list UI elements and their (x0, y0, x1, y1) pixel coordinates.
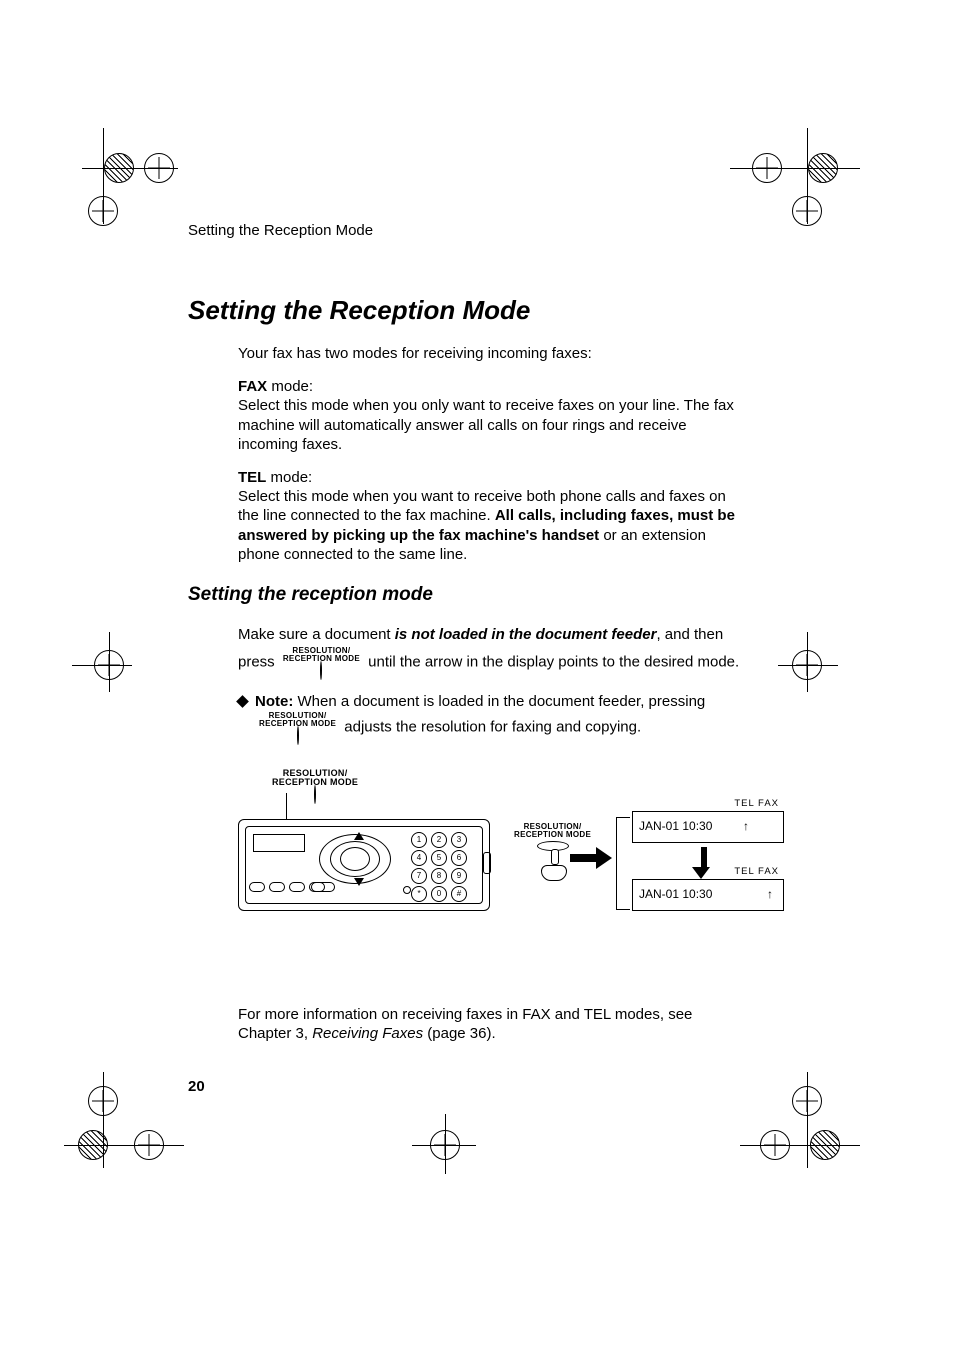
resolution-reception-mode-key-icon: RESOLUTION/ RECEPTION MODE (259, 712, 336, 743)
tel-mode-label: TEL (238, 469, 266, 486)
page-number: 20 (188, 1078, 205, 1095)
key-label-callout: RESOLUTION/ RECEPTION MODE (268, 769, 362, 803)
fax-mode-suffix: mode: (267, 378, 313, 395)
caret-fax-icon: ↑ (767, 887, 773, 901)
tel-mode-heading: TEL mode: Select this mode when you want… (238, 468, 748, 564)
footer-post: (page 36). (423, 1025, 496, 1042)
small-button-icon (311, 882, 335, 892)
step-em: is not loaded in the document feeder (395, 626, 657, 643)
page-title: Setting the Reception Mode (188, 295, 768, 326)
subsection-title: Setting the reception mode (188, 584, 768, 606)
arrow-right-icon (570, 849, 612, 867)
step-press-word: press (238, 654, 275, 671)
arrow-down-icon (698, 847, 710, 879)
tel-fax-label: TEL FAX (734, 798, 779, 809)
bracket-line (616, 909, 630, 910)
keypad-illustration: 123 456 789 *0# (411, 832, 467, 904)
note-pre: When a document is loaded in the documen… (293, 693, 705, 710)
keypad-7: 7 (411, 868, 427, 884)
content-area: Setting the Reception Mode Setting the R… (188, 222, 768, 1058)
keypad-3: 3 (451, 832, 467, 848)
hand-press-icon (537, 855, 569, 881)
speaker-grill-icon (319, 834, 391, 884)
nav-up-icon (354, 832, 364, 840)
nav-down-icon (354, 878, 364, 886)
keypad-8: 8 (431, 868, 447, 884)
keypad-0: 0 (431, 886, 447, 902)
tel-fax-label: TEL FAX (734, 866, 779, 877)
bracket-line (616, 817, 617, 909)
diamond-bullet-icon (236, 696, 249, 709)
resolution-reception-mode-key-icon: RESOLUTION/ RECEPTION MODE (514, 823, 591, 839)
keypad-2: 2 (431, 832, 447, 848)
step-pre: Make sure a document (238, 626, 395, 643)
keypad-5: 5 (431, 850, 447, 866)
keypad-star: * (411, 886, 427, 902)
step-paragraph: Make sure a document is not loaded in th… (238, 622, 748, 679)
lcd-time: JAN-01 10:30 (639, 887, 712, 901)
fax-mode-body: Select this mode when you only want to r… (238, 397, 734, 452)
lcd-state-fax: TEL FAX JAN-01 10:30 ↑ (632, 879, 784, 911)
fax-mode-label: FAX (238, 378, 267, 395)
lcd-state-tel: TEL FAX JAN-01 10:30 ↑ (632, 811, 784, 843)
note-post: adjusts the resolution for faxing and co… (344, 718, 641, 735)
footer-paragraph: For more information on receiving faxes … (238, 1005, 748, 1043)
step-mid: , and then (656, 626, 723, 643)
keypad-4: 4 (411, 850, 427, 866)
lcd-time: JAN-01 10:30 (639, 819, 712, 833)
keypad-9: 9 (451, 868, 467, 884)
resolution-reception-mode-key-icon: RESOLUTION/ RECEPTION MODE (283, 647, 360, 678)
tel-mode-suffix: mode: (266, 469, 312, 486)
running-head: Setting the Reception Mode (188, 222, 768, 239)
step-post: until the arrow in the display points to… (368, 654, 739, 671)
keypad-1: 1 (411, 832, 427, 848)
footer-em: Receiving Faxes (312, 1025, 423, 1042)
fax-lcd-icon (253, 834, 305, 852)
resolution-reception-mode-key-icon: RESOLUTION/ RECEPTION MODE (272, 769, 358, 803)
note-block: Note: When a document is loaded in the d… (238, 692, 748, 742)
fax-machine-illustration: 123 456 789 *0# (238, 819, 490, 911)
bracket-line (616, 817, 630, 818)
page: Setting the Reception Mode Setting the R… (0, 0, 954, 1351)
caret-tel-icon: ↑ (743, 819, 749, 833)
keypad-6: 6 (451, 850, 467, 866)
intro-paragraph: Your fax has two modes for receiving inc… (238, 344, 748, 363)
fax-mode-heading: FAX mode: Select this mode when you only… (238, 377, 748, 454)
side-port-icon (483, 852, 491, 874)
note-label: Note: (255, 693, 293, 710)
keypad-hash: # (451, 886, 467, 902)
dot-button-icon (403, 886, 411, 894)
reception-mode-diagram: RESOLUTION/ RECEPTION MODE 123 (238, 769, 798, 949)
